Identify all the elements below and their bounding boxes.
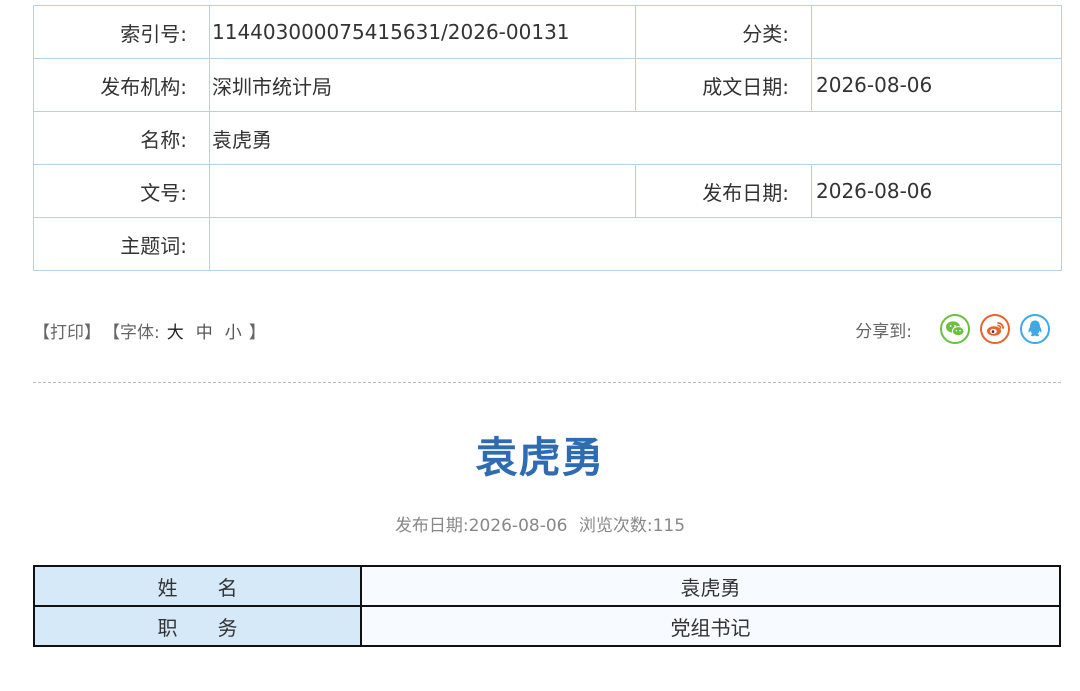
profile-key-position: 职 务: [33, 605, 362, 647]
qq-icon[interactable]: [1020, 314, 1050, 344]
metadata-row-name: 名称: 袁虎勇: [33, 111, 1062, 165]
subject-value: [209, 217, 1062, 271]
table-row: 职 务 党组书记: [33, 605, 1061, 647]
category-value: [811, 5, 1062, 59]
article-publish-date: 发布日期:2026-08-06: [394, 516, 568, 536]
written-date-label: 成文日期:: [635, 58, 812, 112]
metadata-row-subject: 主题词:: [33, 217, 1062, 271]
article-meta: 发布日期:2026-08-06 浏览次数:115: [0, 511, 1080, 536]
metadata-row-doc-no: 文号: 发布日期: 2026-08-06: [33, 164, 1062, 218]
dashed-divider: [33, 382, 1061, 383]
page-tools: 【打印】 【字体: 大 中 小 】: [33, 318, 266, 343]
profile-key-name: 姓 名: [33, 565, 362, 607]
name-label: 名称:: [33, 111, 210, 165]
doc-no-label: 文号:: [33, 164, 210, 218]
index-value: 11440300007541563​1/2026-00131: [209, 5, 636, 59]
written-date-value: 2026-08-06: [811, 58, 1062, 112]
table-row: 姓 名 袁虎勇: [33, 565, 1061, 607]
metadata-table: 索引号: 11440300007541563​1/2026-00131 分类: …: [33, 5, 1062, 271]
share-label: 分享到:: [855, 321, 912, 342]
print-link[interactable]: 【打印】: [33, 318, 101, 343]
share-bar: 分享到:: [855, 314, 1050, 344]
publish-date-label: 发布日期:: [635, 164, 812, 218]
profile-value-position: 党组书记: [360, 605, 1061, 647]
article-title: 袁虎勇: [475, 433, 605, 482]
weibo-icon[interactable]: [980, 314, 1010, 344]
profile-value-name: 袁虎勇: [360, 565, 1061, 607]
profile-table: 姓 名 袁虎勇 职 务 党组书记: [33, 565, 1061, 647]
font-size-suffix: 】: [248, 323, 266, 343]
name-value: 袁虎勇: [209, 111, 1062, 165]
metadata-row-index: 索引号: 11440300007541563​1/2026-00131 分类:: [33, 5, 1062, 59]
wechat-icon[interactable]: [940, 314, 970, 344]
publish-date-value: 2026-08-06: [811, 164, 1062, 218]
category-label: 分类:: [635, 5, 812, 59]
font-size-prefix: 【字体:: [103, 323, 160, 343]
font-size-small-link[interactable]: 小: [225, 318, 242, 343]
font-size-large-link[interactable]: 大: [167, 318, 184, 343]
publisher-label: 发布机构:: [33, 58, 210, 112]
index-label: 索引号:: [33, 5, 210, 59]
publisher-value: 深圳市统计局: [209, 58, 636, 112]
subject-label: 主题词:: [33, 217, 210, 271]
metadata-row-publisher: 发布机构: 深圳市统计局 成文日期: 2026-08-06: [33, 58, 1062, 112]
font-size-medium-link[interactable]: 中: [196, 318, 213, 343]
article-view-count: 浏览次数:115: [578, 516, 686, 536]
doc-no-value: [209, 164, 636, 218]
